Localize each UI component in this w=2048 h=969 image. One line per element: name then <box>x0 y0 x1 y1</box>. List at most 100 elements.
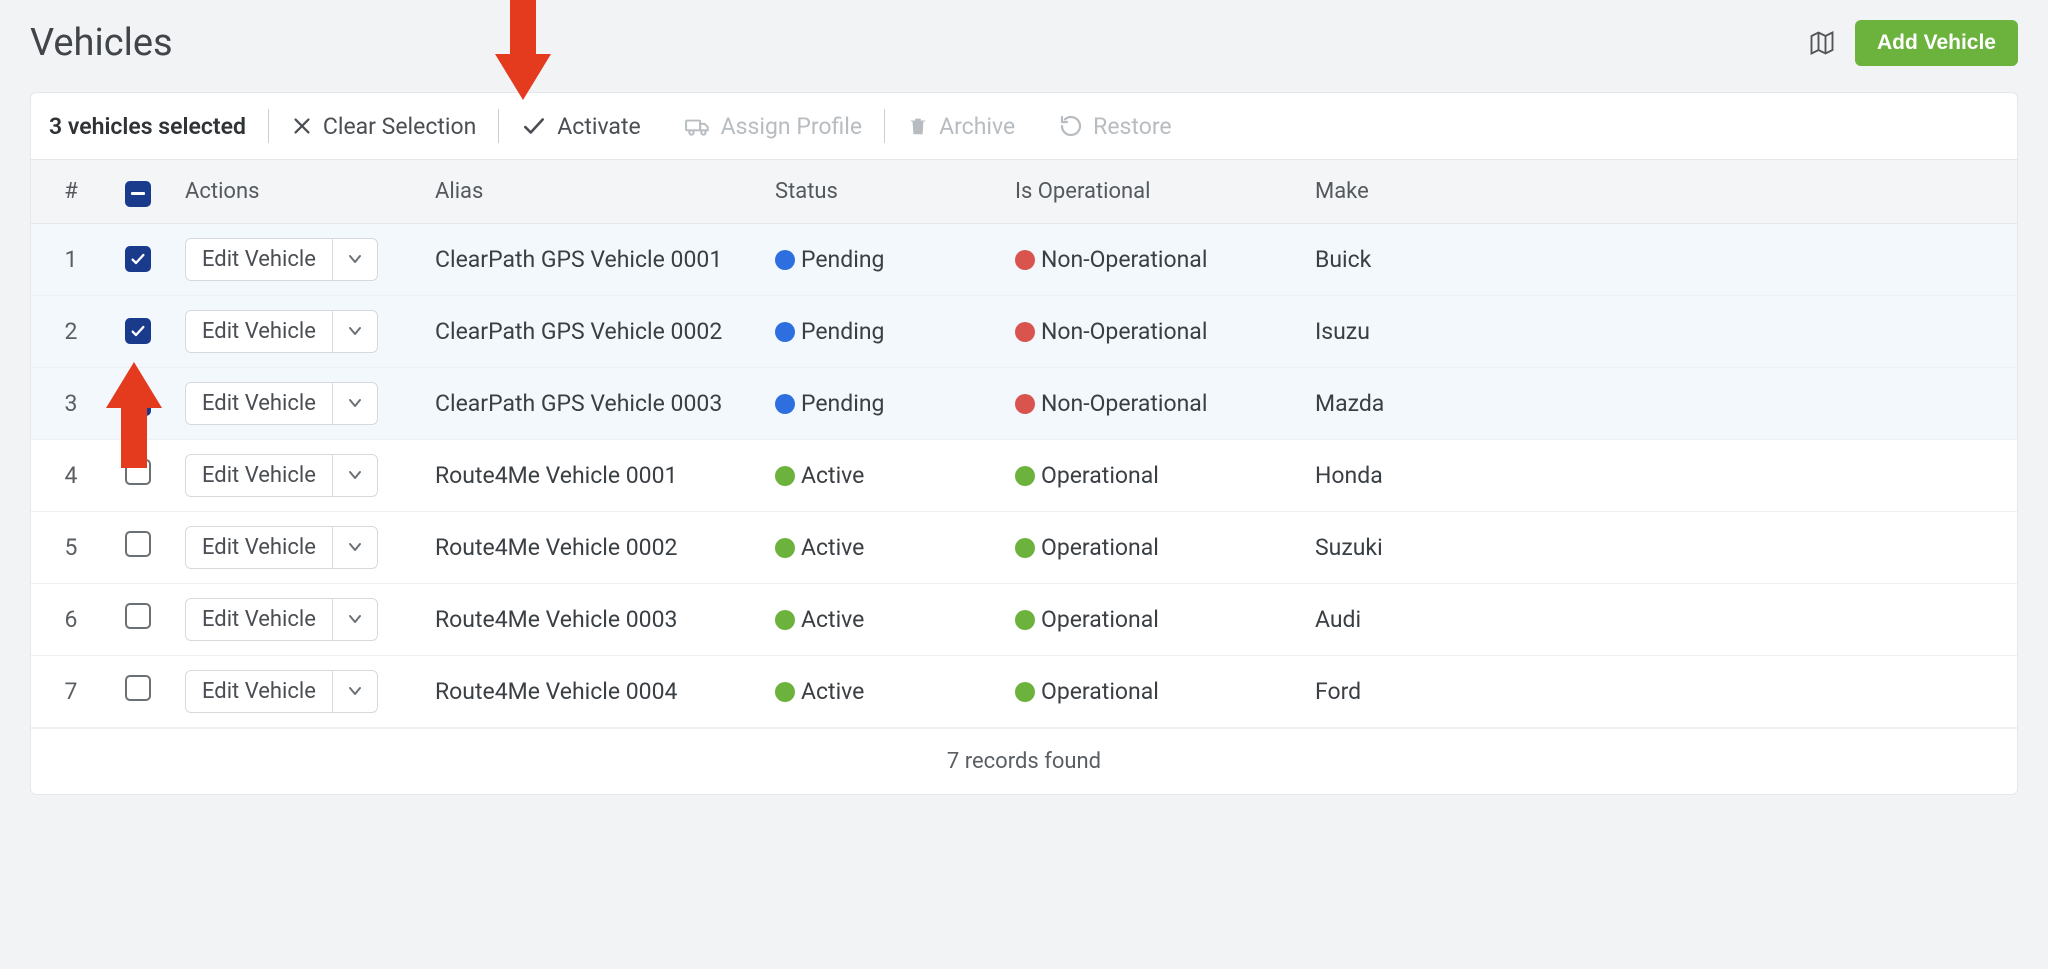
operational-dot <box>1015 466 1035 486</box>
row-checkbox[interactable] <box>125 459 151 485</box>
edit-vehicle-button-group: Edit Vehicle <box>185 598 378 641</box>
chevron-down-icon <box>348 254 362 264</box>
row-number: 1 <box>31 223 111 295</box>
select-all-checkbox[interactable] <box>125 181 151 207</box>
add-vehicle-button[interactable]: Add Vehicle <box>1855 20 2018 66</box>
row-number: 6 <box>31 583 111 655</box>
edit-vehicle-dropdown[interactable] <box>333 599 377 640</box>
archive-button: Archive <box>885 113 1037 140</box>
operational-cell: Operational <box>1001 583 1301 655</box>
column-header-operational[interactable]: Is Operational <box>1001 160 1301 223</box>
table-row: 5 Edit Vehicle Route4Me Vehicle 0002 Active… <box>31 511 2017 583</box>
map-icon[interactable] <box>1807 28 1837 58</box>
status-dot <box>775 394 795 414</box>
page-title: Vehicles <box>30 21 173 65</box>
edit-vehicle-dropdown[interactable] <box>333 527 377 568</box>
alias-cell: ClearPath GPS Vehicle 0002 <box>421 295 761 367</box>
edit-vehicle-dropdown[interactable] <box>333 311 377 352</box>
edit-vehicle-button[interactable]: Edit Vehicle <box>186 311 333 352</box>
status-text: Active <box>801 534 864 561</box>
edit-vehicle-button-group: Edit Vehicle <box>185 670 378 713</box>
alias-cell: Route4Me Vehicle 0002 <box>421 511 761 583</box>
row-checkbox[interactable] <box>125 246 151 272</box>
trash-icon <box>907 114 929 138</box>
operational-dot <box>1015 682 1035 702</box>
row-number: 4 <box>31 439 111 511</box>
status-dot <box>775 682 795 702</box>
edit-vehicle-button-group: Edit Vehicle <box>185 310 378 353</box>
vehicles-panel: 3 vehicles selected Clear Selection <box>30 92 2018 795</box>
edit-vehicle-button[interactable]: Edit Vehicle <box>186 527 333 568</box>
row-checkbox[interactable] <box>125 318 151 344</box>
chevron-down-icon <box>348 542 362 552</box>
column-header-make[interactable]: Make <box>1301 160 2017 223</box>
edit-vehicle-dropdown[interactable] <box>333 383 377 424</box>
edit-vehicle-button-group: Edit Vehicle <box>185 454 378 497</box>
alias-cell: ClearPath GPS Vehicle 0001 <box>421 223 761 295</box>
status-text: Active <box>801 462 864 489</box>
clear-selection-button[interactable]: Clear Selection <box>269 113 498 140</box>
operational-text: Non-Operational <box>1041 246 1207 273</box>
table-row: 3 Edit Vehicle ClearPath GPS Vehicle 0003 P… <box>31 367 2017 439</box>
row-number: 2 <box>31 295 111 367</box>
operational-cell: Non-Operational <box>1001 295 1301 367</box>
toolbar: 3 vehicles selected Clear Selection <box>31 93 2017 160</box>
selected-count: 3 vehicles selected <box>49 113 268 140</box>
edit-vehicle-button[interactable]: Edit Vehicle <box>186 383 333 424</box>
status-cell: Active <box>761 439 1001 511</box>
activate-label: Activate <box>557 113 640 140</box>
activate-button[interactable]: Activate <box>499 113 662 140</box>
edit-vehicle-button[interactable]: Edit Vehicle <box>186 239 333 280</box>
row-checkbox[interactable] <box>125 675 151 701</box>
operational-cell: Non-Operational <box>1001 367 1301 439</box>
archive-label: Archive <box>939 113 1015 140</box>
status-dot <box>775 322 795 342</box>
row-checkbox[interactable] <box>125 531 151 557</box>
operational-cell: Operational <box>1001 439 1301 511</box>
edit-vehicle-button-group: Edit Vehicle <box>185 382 378 425</box>
table-row: 1 Edit Vehicle ClearPath GPS Vehicle 0001 P… <box>31 223 2017 295</box>
make-cell: Suzuki <box>1301 511 2017 583</box>
restore-button: Restore <box>1037 113 1193 140</box>
edit-vehicle-button[interactable]: Edit Vehicle <box>186 671 333 712</box>
row-number: 7 <box>31 655 111 727</box>
status-dot <box>775 250 795 270</box>
restore-icon <box>1059 114 1083 138</box>
alias-cell: Route4Me Vehicle 0003 <box>421 583 761 655</box>
status-cell: Pending <box>761 223 1001 295</box>
status-text: Pending <box>801 390 884 417</box>
status-cell: Pending <box>761 367 1001 439</box>
make-cell: Buick <box>1301 223 2017 295</box>
assign-profile-button: Assign Profile <box>663 113 884 140</box>
chevron-down-icon <box>348 686 362 696</box>
table-row: 2 Edit Vehicle ClearPath GPS Vehicle 0002P… <box>31 295 2017 367</box>
status-cell: Pending <box>761 295 1001 367</box>
row-number: 5 <box>31 511 111 583</box>
row-checkbox[interactable] <box>125 603 151 629</box>
status-dot <box>775 538 795 558</box>
column-header-status[interactable]: Status <box>761 160 1001 223</box>
operational-cell: Non-Operational <box>1001 223 1301 295</box>
row-checkbox[interactable] <box>125 390 151 416</box>
status-cell: Active <box>761 583 1001 655</box>
operational-cell: Operational <box>1001 655 1301 727</box>
alias-cell: ClearPath GPS Vehicle 0003 <box>421 367 761 439</box>
edit-vehicle-dropdown[interactable] <box>333 239 377 280</box>
edit-vehicle-dropdown[interactable] <box>333 455 377 496</box>
operational-text: Operational <box>1041 462 1159 489</box>
status-text: Pending <box>801 246 884 273</box>
chevron-down-icon <box>348 614 362 624</box>
row-number: 3 <box>31 367 111 439</box>
column-header-alias[interactable]: Alias <box>421 160 761 223</box>
assign-profile-label: Assign Profile <box>721 113 862 140</box>
edit-vehicle-button-group: Edit Vehicle <box>185 238 378 281</box>
operational-text: Operational <box>1041 678 1159 705</box>
edit-vehicle-button[interactable]: Edit Vehicle <box>186 599 333 640</box>
edit-vehicle-dropdown[interactable] <box>333 671 377 712</box>
column-header-actions: Actions <box>171 160 421 223</box>
column-header-number[interactable]: # <box>31 160 111 223</box>
edit-vehicle-button[interactable]: Edit Vehicle <box>186 455 333 496</box>
table-row: 6 Edit Vehicle Route4Me Vehicle 0003Active… <box>31 583 2017 655</box>
operational-cell: Operational <box>1001 511 1301 583</box>
operational-dot <box>1015 394 1035 414</box>
